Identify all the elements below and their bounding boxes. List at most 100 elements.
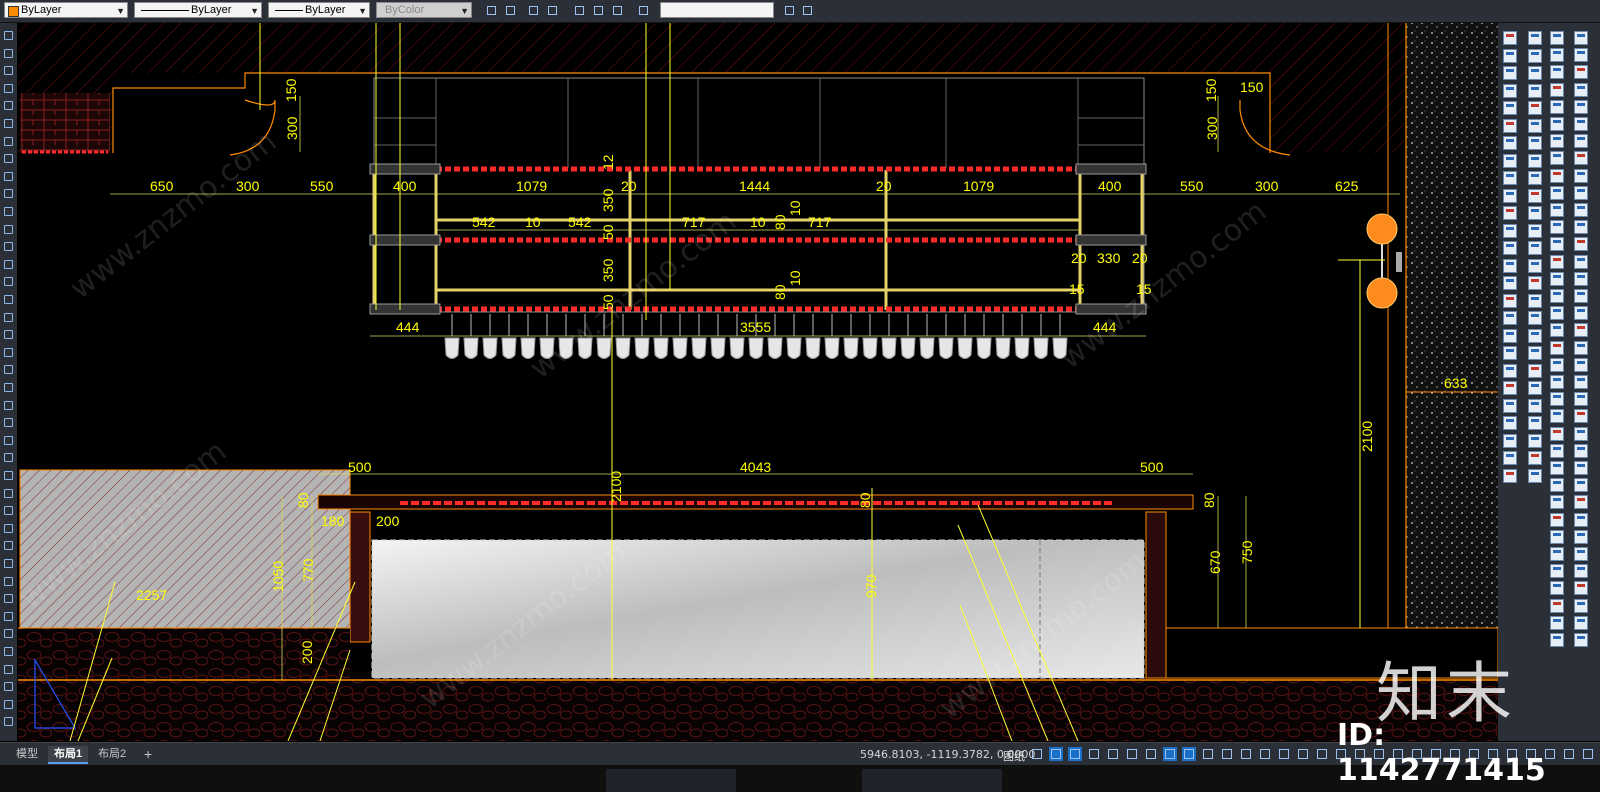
palette-tool-icon[interactable] <box>1574 289 1588 303</box>
palette-tool-icon[interactable] <box>1528 381 1542 395</box>
palette-tool-icon[interactable] <box>1528 153 1542 168</box>
palette-tool-icon[interactable] <box>1550 237 1564 252</box>
draw-tool-icon[interactable] <box>2 152 15 165</box>
palette-tool-icon[interactable] <box>1550 529 1564 544</box>
palette-tool-icon[interactable] <box>1550 306 1564 321</box>
tile-icon[interactable] <box>782 3 797 18</box>
draw-tool-icon[interactable] <box>2 680 15 693</box>
palette-tool-icon[interactable] <box>1550 409 1564 424</box>
blank-combo[interactable] <box>660 2 774 18</box>
palette-tool-icon[interactable] <box>1503 433 1517 448</box>
palette-tool-icon[interactable] <box>1574 151 1588 166</box>
palette-tool-icon[interactable] <box>1528 258 1542 273</box>
points-icon[interactable] <box>610 3 625 18</box>
draw-tool-icon[interactable] <box>2 416 15 429</box>
draw-tool-icon[interactable] <box>2 82 15 95</box>
palette-tool-icon[interactable] <box>1503 66 1517 80</box>
palette-tool-icon[interactable] <box>1528 311 1542 325</box>
draw-tool-icon[interactable] <box>2 187 15 200</box>
palette-tool-icon[interactable] <box>1550 495 1564 510</box>
palette-tool-icon[interactable] <box>1550 375 1564 389</box>
draw-tool-icon[interactable] <box>2 645 15 658</box>
palette-tool-icon[interactable] <box>1574 168 1588 183</box>
palette-tool-icon[interactable] <box>1528 171 1542 185</box>
draw-tool-icon[interactable] <box>2 223 15 236</box>
palette-tool-icon[interactable] <box>1574 220 1588 235</box>
paper-space-label[interactable]: 图纸 <box>1003 748 1025 764</box>
palette-tool-icon[interactable] <box>1574 443 1588 458</box>
palette-tool-icon[interactable] <box>1574 633 1588 647</box>
palette-tool-icon[interactable] <box>1503 258 1517 273</box>
palette-tool-icon[interactable] <box>1574 615 1588 630</box>
palette-tool-icon[interactable] <box>1550 289 1564 303</box>
layer-tool-icon[interactable] <box>484 3 499 18</box>
palette-tool-icon[interactable] <box>1574 203 1588 217</box>
palette-tool-icon[interactable] <box>1503 83 1517 98</box>
status-toggle-icon[interactable] <box>1144 747 1158 761</box>
grid-icon[interactable] <box>572 3 587 18</box>
properties-icon[interactable] <box>526 3 541 18</box>
palette-tool-icon[interactable] <box>1574 254 1588 269</box>
palette-tool-icon[interactable] <box>1503 48 1517 63</box>
palette-tool-icon[interactable] <box>1574 323 1588 338</box>
status-toggle-icon[interactable] <box>1087 747 1101 761</box>
palette-tool-icon[interactable] <box>1528 293 1542 308</box>
palette-tool-icon[interactable] <box>1528 48 1542 63</box>
drawing-canvas[interactable]: 150 300 150 150 300 650 300 550 400 1079… <box>18 23 1498 741</box>
palette-tool-icon[interactable] <box>1550 31 1564 45</box>
draw-tool-icon[interactable] <box>2 47 15 60</box>
plotstyle-combo[interactable]: ByColor ▼ <box>376 2 472 18</box>
palette-tool-icon[interactable] <box>1574 478 1588 493</box>
palette-tool-icon[interactable] <box>1503 416 1517 430</box>
palette-tool-icon[interactable] <box>1503 188 1517 203</box>
draw-tool-icon[interactable] <box>2 240 15 253</box>
palette-tool-icon[interactable] <box>1574 392 1588 407</box>
palette-tool-icon[interactable] <box>1528 468 1542 483</box>
palette-tool-icon[interactable] <box>1550 581 1564 596</box>
draw-tool-icon[interactable] <box>2 328 15 341</box>
palette-tool-icon[interactable] <box>1550 99 1564 114</box>
palette-tool-icon[interactable] <box>1550 443 1564 458</box>
draw-tool-icon[interactable] <box>2 451 15 464</box>
tab-layout1[interactable]: 布局1 <box>48 746 89 764</box>
draw-tool-icon[interactable] <box>2 275 15 288</box>
palette-tool-icon[interactable] <box>1550 254 1564 269</box>
status-toggle-icon[interactable] <box>1030 747 1044 761</box>
palette-tool-icon[interactable] <box>1503 31 1517 45</box>
palette-tool-icon[interactable] <box>1574 495 1588 510</box>
palette-tool-icon[interactable] <box>1574 512 1588 527</box>
palette-tool-icon[interactable] <box>1528 363 1542 378</box>
add-layout-icon[interactable]: + <box>138 746 158 762</box>
palette-tool-icon[interactable] <box>1550 185 1564 200</box>
palette-tool-icon[interactable] <box>1528 346 1542 360</box>
palette-tool-icon[interactable] <box>1550 220 1564 235</box>
draw-tool-icon[interactable] <box>2 117 15 130</box>
draw-tool-icon[interactable] <box>2 592 15 605</box>
palette-tool-icon[interactable] <box>1528 66 1542 80</box>
status-toggle-icon[interactable] <box>1068 747 1082 761</box>
palette-tool-icon[interactable] <box>1503 276 1517 290</box>
palette-tool-icon[interactable] <box>1574 99 1588 114</box>
palette-tool-icon[interactable] <box>1550 134 1564 149</box>
palette-tool-icon[interactable] <box>1574 529 1588 544</box>
draw-tool-icon[interactable] <box>2 575 15 588</box>
draw-tool-icon[interactable] <box>2 487 15 500</box>
palette-tool-icon[interactable] <box>1528 398 1542 413</box>
status-toggle-icon[interactable] <box>1258 747 1272 761</box>
draw-tool-icon[interactable] <box>2 170 15 183</box>
palette-tool-icon[interactable] <box>1528 101 1542 115</box>
palette-tool-icon[interactable] <box>1503 136 1517 150</box>
palette-tool-icon[interactable] <box>1574 82 1588 97</box>
draw-tool-icon[interactable] <box>2 381 15 394</box>
draw-tool-icon[interactable] <box>2 399 15 412</box>
palette-tool-icon[interactable] <box>1528 328 1542 343</box>
palette-tool-icon[interactable] <box>1550 615 1564 630</box>
palette-tool-icon[interactable] <box>1503 153 1517 168</box>
tab-model[interactable]: 模型 <box>10 746 44 762</box>
palette-tool-icon[interactable] <box>1528 433 1542 448</box>
palette-tool-icon[interactable] <box>1503 171 1517 185</box>
tab-layout2[interactable]: 布局2 <box>92 746 132 762</box>
polyline-icon[interactable] <box>591 3 606 18</box>
palette-tool-icon[interactable] <box>1550 117 1564 131</box>
draw-tool-icon[interactable] <box>2 434 15 447</box>
